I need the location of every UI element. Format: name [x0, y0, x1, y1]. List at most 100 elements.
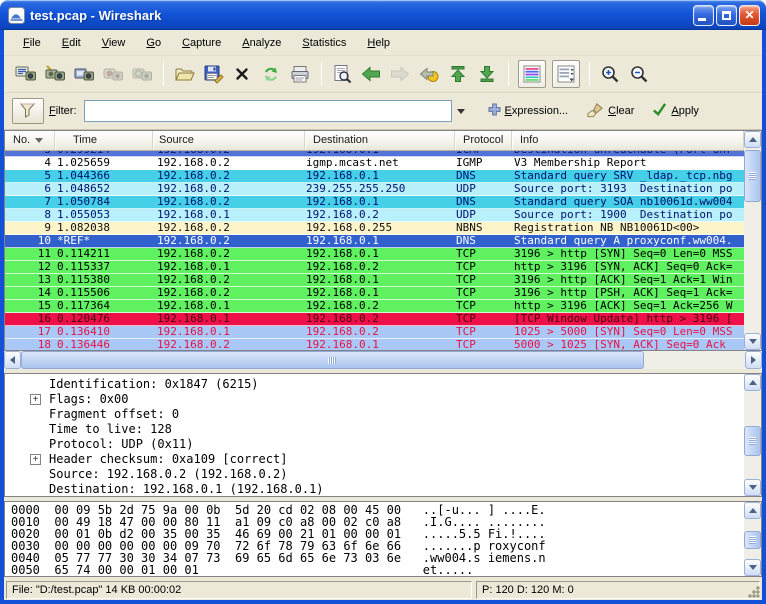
packet-row[interactable]: 41.025659192.168.0.2igmp.mcast.netIGMPV3…	[5, 157, 744, 170]
packet-row[interactable]: 110.114211192.168.0.2192.168.0.1TCP3196 …	[5, 248, 744, 261]
print-icon	[289, 63, 311, 85]
clear-button[interactable]: Clear	[586, 102, 634, 121]
scroll-up-button[interactable]	[744, 374, 761, 391]
packet-row[interactable]: 71.050784192.168.0.2192.168.0.1DNSStanda…	[5, 196, 744, 209]
go-back-button[interactable]	[357, 60, 385, 88]
packet-row[interactable]: 91.082038192.168.0.2192.168.0.255NBNSReg…	[5, 222, 744, 235]
packet-row[interactable]: 130.115380192.168.0.2192.168.0.1TCP3196 …	[5, 274, 744, 287]
scroll-down-button[interactable]	[744, 479, 761, 496]
packet-row[interactable]: 81.055053192.168.0.1192.168.0.2UDPSource…	[5, 209, 744, 222]
detail-line[interactable]: +Flags: 0x00	[5, 392, 744, 407]
print-button[interactable]	[286, 60, 314, 88]
menu-statistics[interactable]: Statistics	[293, 32, 355, 54]
capture-start-button[interactable]	[70, 60, 98, 88]
menu-view[interactable]: View	[93, 32, 135, 54]
filter-funnel-icon	[19, 102, 37, 121]
close-button[interactable]: ✕	[739, 5, 760, 26]
detail-line[interactable]: Destination: 192.168.0.1 (192.168.0.1)	[5, 482, 744, 496]
column-header-time[interactable]: Time	[55, 131, 153, 150]
detail-line[interactable]: +Header checksum: 0xa109 [correct]	[5, 452, 744, 467]
menu-file[interactable]: File	[14, 32, 50, 54]
arrow-down-icon	[749, 485, 757, 490]
cell-src: 192.168.0.2	[157, 196, 304, 208]
zoom-in-icon	[600, 64, 620, 84]
column-header-info[interactable]: Info	[512, 131, 744, 150]
resize-grip[interactable]	[747, 585, 760, 598]
detail-line[interactable]: Fragment offset: 0	[5, 407, 744, 422]
minimize-button[interactable]	[693, 5, 714, 26]
capture-options-button[interactable]	[41, 60, 69, 88]
file-save-as-button[interactable]	[199, 60, 227, 88]
packet-row[interactable]: 140.115506192.168.0.2192.168.0.1TCP3196 …	[5, 287, 744, 300]
scroll-track[interactable]	[21, 351, 745, 369]
scroll-down-button[interactable]	[744, 559, 761, 576]
detail-line[interactable]: Protocol: UDP (0x11)	[5, 437, 744, 452]
go-first-button[interactable]	[444, 60, 472, 88]
packet-row[interactable]: 170.136410192.168.0.1192.168.0.2TCP1025 …	[5, 326, 744, 339]
menu-analyze[interactable]: Analyze	[233, 32, 290, 54]
column-header-no[interactable]: No.	[5, 131, 55, 150]
packet-row[interactable]: 51.044366192.168.0.2192.168.0.1DNSStanda…	[5, 170, 744, 183]
reload-button[interactable]	[257, 60, 285, 88]
cell-info: Registration NB NB10061D<00>	[514, 222, 743, 234]
scroll-right-button[interactable]	[745, 351, 762, 369]
zoom-out-button[interactable]	[625, 60, 653, 88]
zoom-in-button[interactable]	[596, 60, 624, 88]
brush-icon	[586, 102, 604, 121]
go-to-packet-button[interactable]	[415, 60, 443, 88]
cell-info: 3196 > http [ACK] Seq=1 Ack=1 Win	[514, 274, 743, 286]
packet-row[interactable]: 120.115337192.168.0.1192.168.0.2TCPhttp …	[5, 261, 744, 274]
filter-button[interactable]	[12, 98, 44, 124]
detail-line[interactable]: Source: 192.168.0.2 (192.168.0.2)	[5, 467, 744, 482]
file-open-button[interactable]	[170, 60, 198, 88]
filter-dropdown-button[interactable]	[452, 100, 470, 122]
find-packet-button[interactable]	[328, 60, 356, 88]
packet-row[interactable]: 150.117364192.168.0.1192.168.0.2TCPhttp …	[5, 300, 744, 313]
scroll-track[interactable]	[744, 519, 761, 559]
maximize-button[interactable]	[716, 5, 737, 26]
menu-capture[interactable]: Capture	[173, 32, 230, 54]
packet-row[interactable]: 61.048652192.168.0.2239.255.255.250UDPSo…	[5, 183, 744, 196]
scroll-up-button[interactable]	[744, 502, 761, 519]
detail-line[interactable]: Time to live: 128	[5, 422, 744, 437]
expression-button[interactable]: Expression...	[488, 103, 569, 119]
scroll-track[interactable]	[744, 391, 761, 479]
cell-time: 0.114211	[57, 248, 152, 260]
capture-interfaces-button[interactable]	[12, 60, 40, 88]
thumb-grip-icon	[749, 437, 756, 445]
scroll-thumb[interactable]	[21, 351, 644, 369]
details-scrollbar	[744, 374, 761, 496]
scroll-down-button[interactable]	[744, 333, 761, 350]
column-header-destination[interactable]: Destination	[305, 131, 455, 150]
scroll-thumb[interactable]	[744, 150, 761, 202]
menu-edit[interactable]: Edit	[53, 32, 90, 54]
go-last-button[interactable]	[473, 60, 501, 88]
scroll-thumb[interactable]	[744, 531, 761, 549]
menu-go[interactable]: Go	[137, 32, 170, 54]
scroll-track[interactable]	[744, 148, 761, 333]
expander-plus-icon[interactable]: +	[30, 394, 41, 405]
titlebar[interactable]: test.pcap - Wireshark ✕	[0, 0, 766, 30]
scroll-up-button[interactable]	[744, 131, 761, 148]
column-header-source[interactable]: Source	[153, 131, 305, 150]
cell-info: Standard query SRV _ldap._tcp.nbg	[514, 170, 743, 182]
cell-src: 192.168.0.2	[157, 157, 304, 169]
packet-row[interactable]: 160.120476192.168.0.1192.168.0.2TCP[TCP …	[5, 313, 744, 326]
auto-scroll-button[interactable]	[552, 60, 580, 88]
cell-no: 4	[5, 157, 51, 169]
scroll-thumb[interactable]	[744, 426, 761, 456]
detail-text: Source: 192.168.0.2 (192.168.0.2)	[49, 467, 287, 481]
packet-row[interactable]: 180.136446192.168.0.2192.168.0.1TCP5000 …	[5, 339, 744, 350]
close-icon: ✕	[744, 9, 754, 21]
colorize-button[interactable]	[518, 60, 546, 88]
packet-row[interactable]: 10*REF*192.168.0.2192.168.0.1DNSStandard…	[5, 235, 744, 248]
apply-button[interactable]: Apply	[652, 102, 699, 120]
expander-plus-icon[interactable]: +	[30, 454, 41, 465]
detail-line[interactable]: Identification: 0x1847 (6215)	[5, 377, 744, 392]
detail-text: Time to live: 128	[49, 422, 172, 436]
menu-help[interactable]: Help	[358, 32, 399, 54]
scroll-left-button[interactable]	[4, 351, 21, 369]
file-close-button[interactable]	[228, 60, 256, 88]
filter-input[interactable]	[84, 100, 452, 122]
column-header-protocol[interactable]: Protocol	[455, 131, 512, 150]
